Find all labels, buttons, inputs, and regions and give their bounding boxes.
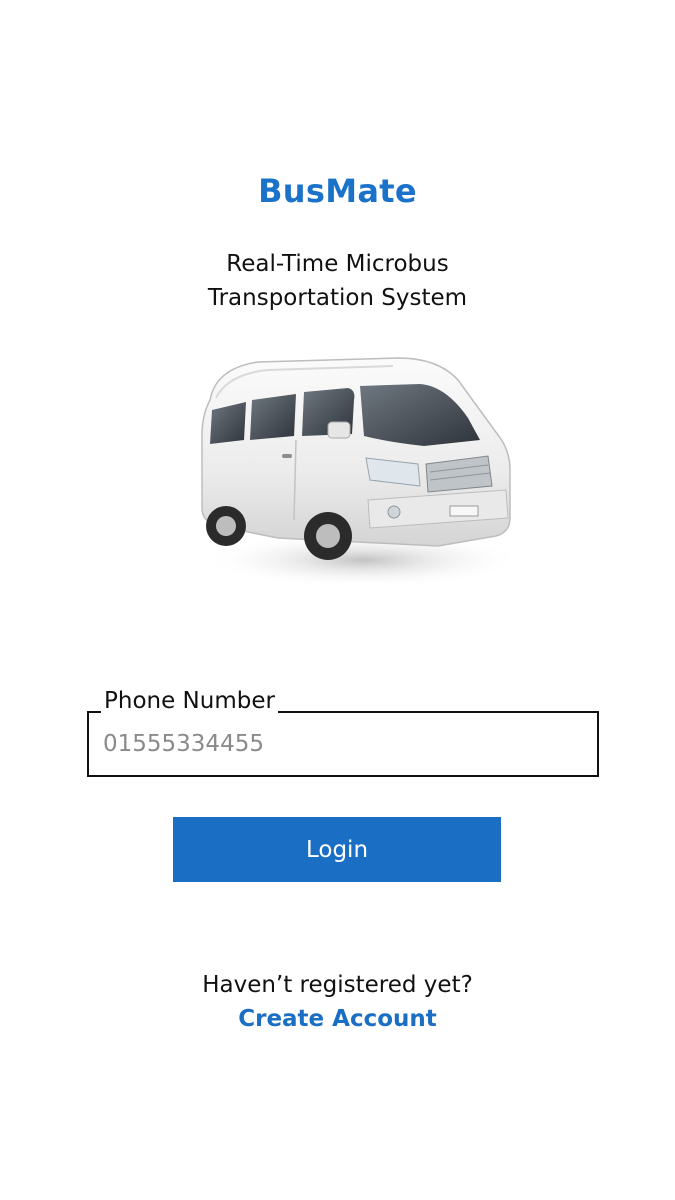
phone-number-label: Phone Number	[101, 686, 278, 716]
subtitle-line-1: Real-Time Microbus	[226, 251, 449, 277]
login-button[interactable]: Login	[173, 817, 501, 882]
app-title: BusMate	[258, 172, 417, 210]
app-subtitle: Real-Time Microbus Transportation System	[0, 247, 675, 315]
register-prompt: Haven’t registered yet?	[202, 972, 473, 998]
create-account-link[interactable]: Create Account	[0, 1002, 675, 1036]
phone-number-input[interactable]	[103, 713, 583, 775]
microbus-image	[188, 340, 523, 600]
subtitle-line-2: Transportation System	[207, 285, 468, 311]
phone-number-field: Phone Number	[87, 686, 599, 777]
